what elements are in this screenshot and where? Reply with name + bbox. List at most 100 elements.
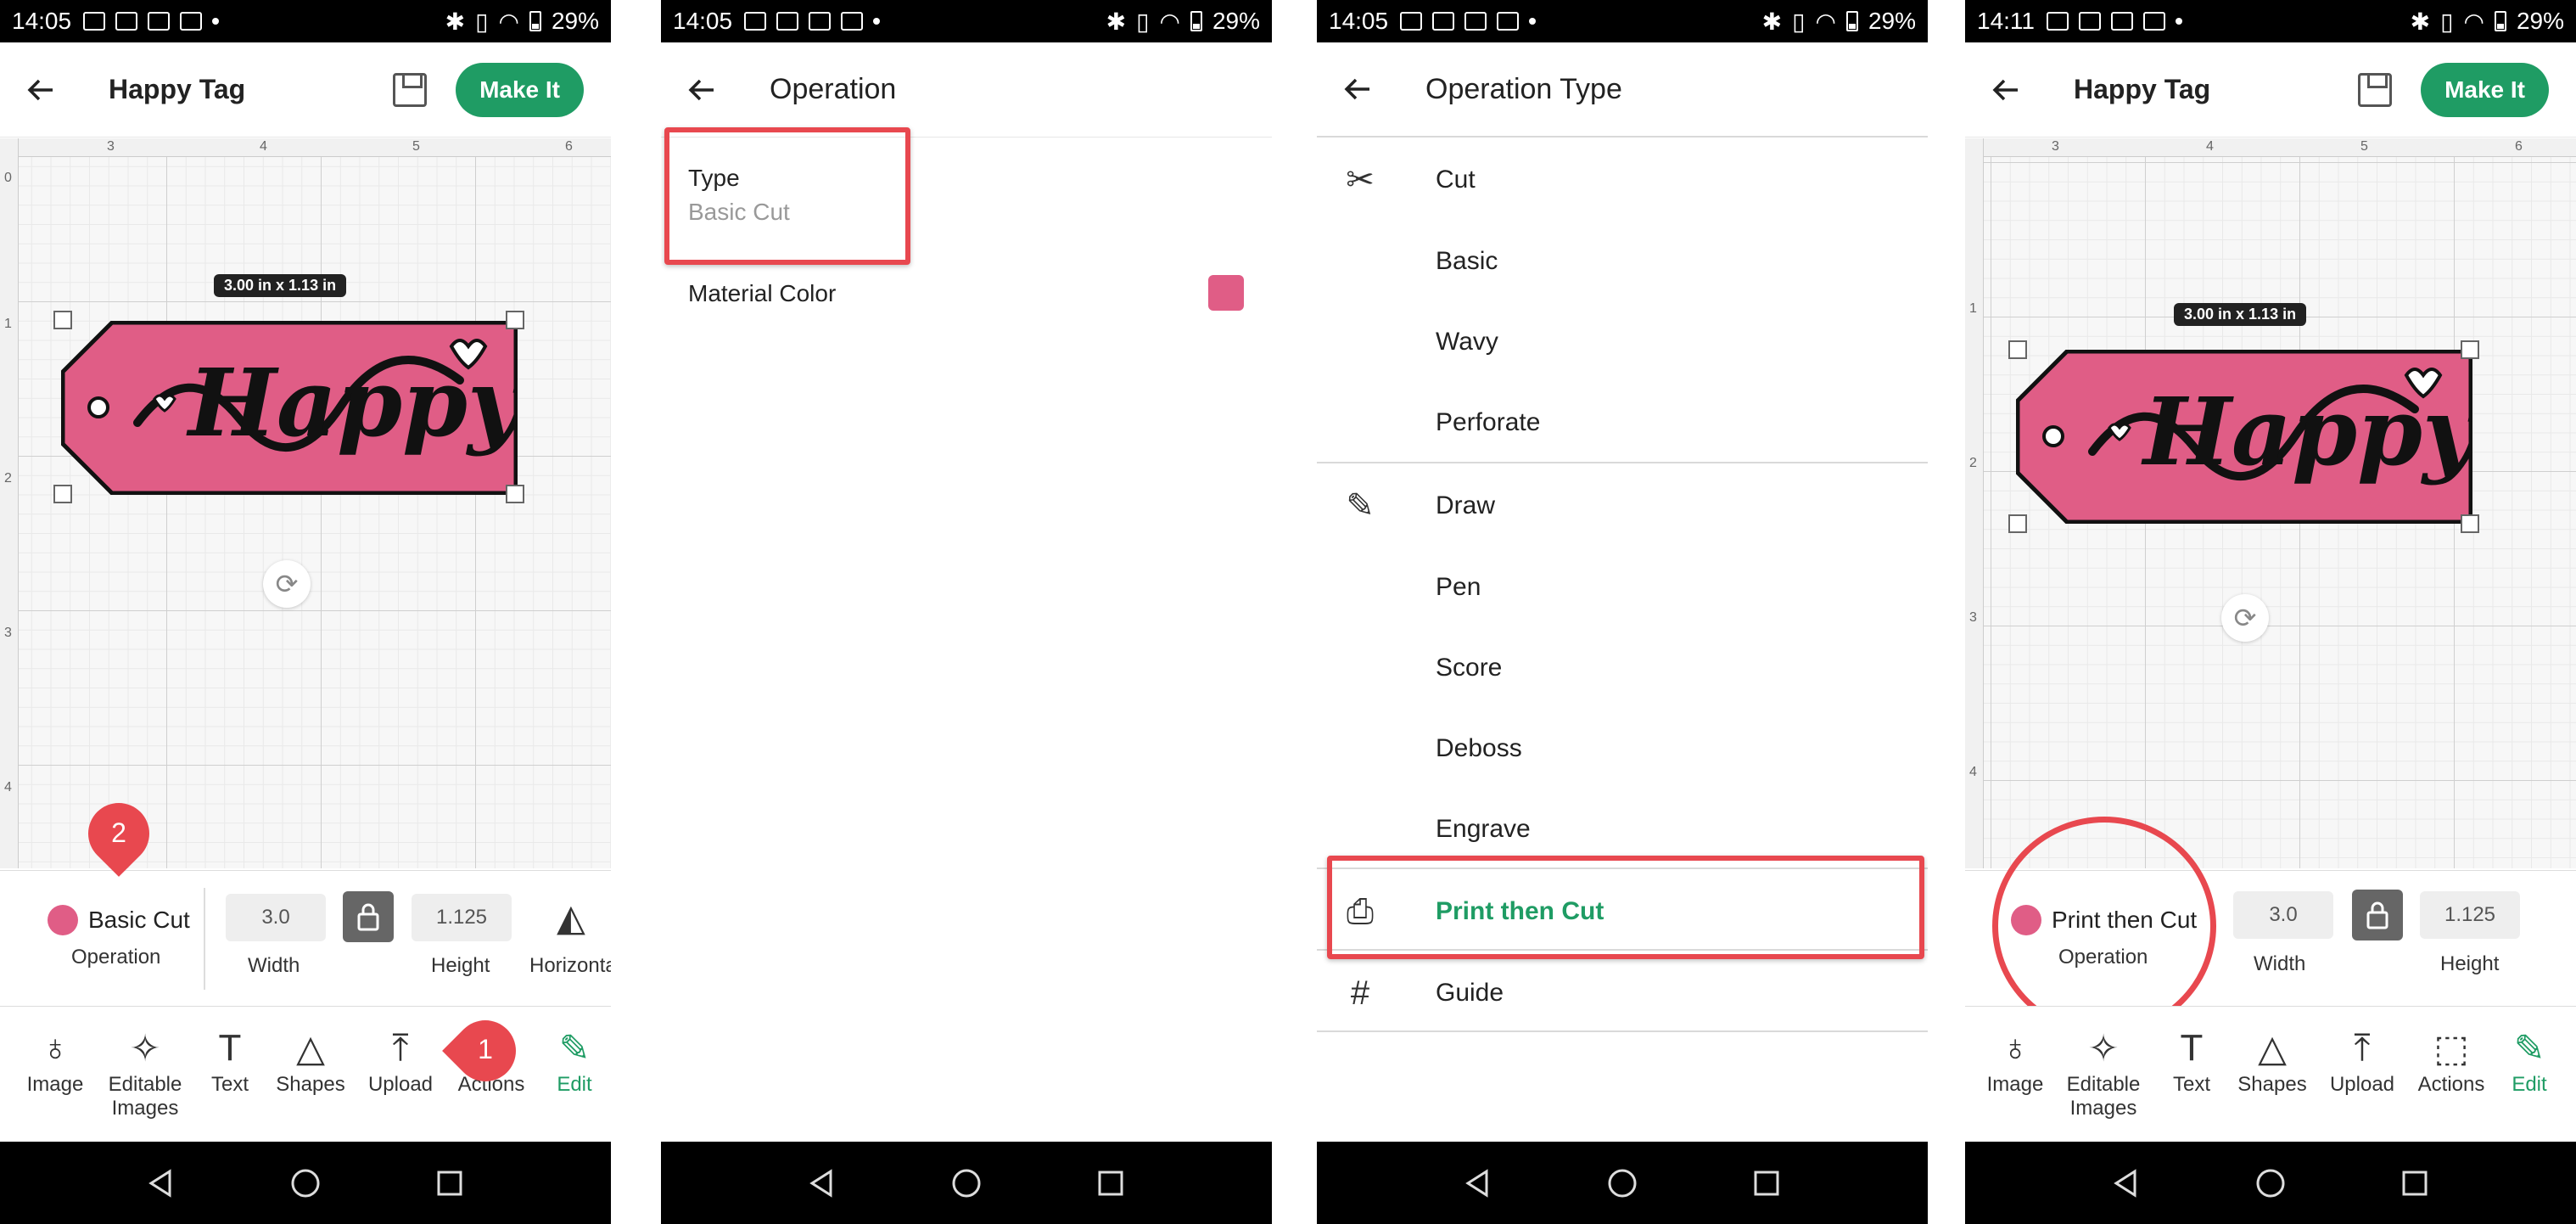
android-nav-bar (0, 1142, 611, 1224)
resize-handle-top-right[interactable] (2461, 340, 2479, 359)
width-input[interactable]: 3.0 (226, 894, 326, 941)
option-perforate[interactable]: Perforate (1317, 382, 1928, 463)
option-guide[interactable]: # Guide (1317, 952, 1928, 1034)
flip-horizontal-icon[interactable]: ◭ (557, 896, 585, 940)
nav-home-icon[interactable] (949, 1166, 983, 1200)
height-caption: Height (431, 954, 490, 977)
resize-handle-bottom-right[interactable] (2461, 514, 2479, 533)
editable-images-icon: ✧ (129, 1027, 161, 1070)
status-bar: 14:05 ✱ ▯ ◠ 29% (1317, 0, 1928, 42)
project-title: Happy Tag (2074, 74, 2211, 104)
text-icon: T (218, 1027, 242, 1069)
nav-back-icon[interactable] (1461, 1166, 1495, 1200)
operation-caption: Operation (71, 946, 161, 969)
back-arrow-icon[interactable] (24, 73, 58, 107)
wifi-icon: ◠ (1815, 8, 1836, 35)
resize-handle-bottom-left[interactable] (53, 485, 72, 503)
nav-back-icon[interactable] (144, 1166, 178, 1200)
status-time: 14:05 (673, 8, 733, 34)
mail-icon (2079, 12, 2101, 31)
status-time: 14:05 (1329, 8, 1389, 34)
back-arrow-icon[interactable] (1341, 72, 1375, 106)
tool-edit[interactable]: ✎ Edit (2483, 1024, 2576, 1097)
tool-edit[interactable]: ✎ Edit (528, 1024, 611, 1097)
operation-value[interactable]: Basic Cut (88, 907, 190, 934)
nav-recents-icon[interactable] (433, 1166, 467, 1200)
tool-upload[interactable]: ⤒ Upload (2316, 1024, 2409, 1097)
back-arrow-icon[interactable] (685, 73, 719, 107)
nav-recents-icon[interactable] (1094, 1166, 1128, 1200)
tool-upload[interactable]: ⤒ Upload (354, 1024, 447, 1097)
wifi-icon: ◠ (1159, 8, 1180, 35)
screen-operation: 14:05 ✱ ▯ ◠ 29% Operation Type Basic Cut Ma… (661, 0, 1272, 1224)
resize-handle-bottom-right[interactable] (506, 485, 524, 503)
nav-back-icon[interactable] (805, 1166, 839, 1200)
width-input[interactable]: 3.0 (2233, 891, 2333, 939)
design-canvas[interactable]: 3 4 5 6 1 2 3 4 3.00 in x 1.13 in Happy … (1965, 138, 2576, 868)
save-icon[interactable] (2358, 72, 2393, 107)
tool-text[interactable]: T Text (183, 1024, 277, 1097)
material-color-label[interactable]: Material Color (688, 280, 836, 307)
battery-icon (529, 11, 541, 31)
tool-image[interactable]: ♁ Image (8, 1024, 102, 1097)
annotation-highlight-type (664, 127, 910, 265)
resize-handle-top-right[interactable] (506, 311, 524, 329)
operation-title: Operation (770, 73, 897, 105)
tool-text[interactable]: T Text (2145, 1024, 2238, 1097)
save-icon[interactable] (393, 72, 428, 107)
tool-editable-images[interactable]: ✧ Editable Images (98, 1024, 192, 1120)
back-arrow-icon[interactable] (1989, 73, 2023, 107)
resize-handle-top-left[interactable] (53, 311, 72, 329)
option-draw-header: ✎ Draw (1317, 465, 1928, 547)
balloon-icon: ♁ (2001, 1027, 2030, 1069)
photo-icon (2143, 12, 2165, 31)
image-icon (2047, 12, 2069, 31)
bluetooth-icon: ✱ (2410, 8, 2431, 35)
height-input[interactable]: 1.125 (2420, 891, 2520, 939)
option-score[interactable]: Score (1317, 627, 1928, 709)
tool-editable-images[interactable]: ✧ Editable Images (2057, 1024, 2150, 1120)
annotation-number-2: 2 (111, 817, 126, 848)
height-input[interactable]: 1.125 (412, 894, 512, 941)
happy-tag-shape[interactable]: Happy (61, 321, 518, 495)
ruler-top: 3 4 5 6 (1965, 138, 2576, 157)
operation-header: Operation (661, 42, 1272, 138)
warning-icon (148, 12, 171, 31)
rotate-icon[interactable]: ⟳ (263, 560, 311, 608)
nav-back-icon[interactable] (2109, 1166, 2143, 1200)
option-deboss[interactable]: Deboss (1317, 708, 1928, 789)
tool-shapes[interactable]: △ Shapes (2226, 1024, 2319, 1097)
operation-color-dot (48, 905, 78, 935)
make-it-button[interactable]: Make It (456, 62, 584, 117)
annotation-circle-operation (1992, 817, 2216, 1036)
nav-recents-icon[interactable] (1750, 1166, 1784, 1200)
mail-icon (115, 12, 138, 31)
status-bar: 14:05 ✱ ▯ ◠ 29% (0, 0, 611, 42)
happy-tag-shape[interactable]: Happy (2016, 350, 2472, 524)
screen-design-canvas-basic-cut: 14:05 ✱ ▯ ◠ 29% Happy Tag Make It 3 4 5 6 0… (0, 0, 611, 1224)
option-pen[interactable]: Pen (1317, 547, 1928, 628)
option-basic[interactable]: Basic (1317, 221, 1928, 302)
design-canvas[interactable]: 3 4 5 6 0 1 2 3 4 3.00 in x 1.13 in Happ… (0, 138, 611, 868)
resize-handle-top-left[interactable] (2008, 340, 2027, 359)
photo-icon (841, 12, 864, 31)
option-wavy[interactable]: Wavy (1317, 301, 1928, 383)
width-caption: Width (2254, 952, 2306, 975)
lock-icon[interactable] (343, 891, 394, 942)
android-nav-bar (1317, 1142, 1928, 1224)
flip-horizontal-caption: Horizonta (529, 954, 611, 977)
divider (1317, 462, 1928, 463)
rotate-icon[interactable]: ⟳ (2221, 594, 2269, 642)
resize-handle-bottom-left[interactable] (2008, 514, 2027, 533)
nav-recents-icon[interactable] (2398, 1166, 2432, 1200)
status-time: 14:11 (1977, 8, 2035, 34)
tool-image[interactable]: ♁ Image (1968, 1024, 2062, 1097)
nav-home-icon[interactable] (1605, 1166, 1639, 1200)
nav-home-icon[interactable] (288, 1166, 322, 1200)
tool-shapes[interactable]: △ Shapes (264, 1024, 357, 1097)
nav-home-icon[interactable] (2254, 1166, 2288, 1200)
lock-icon[interactable] (2352, 890, 2403, 940)
make-it-button[interactable]: Make It (2421, 62, 2549, 117)
material-color-swatch[interactable] (1208, 275, 1244, 311)
android-nav-bar (1965, 1142, 2576, 1224)
